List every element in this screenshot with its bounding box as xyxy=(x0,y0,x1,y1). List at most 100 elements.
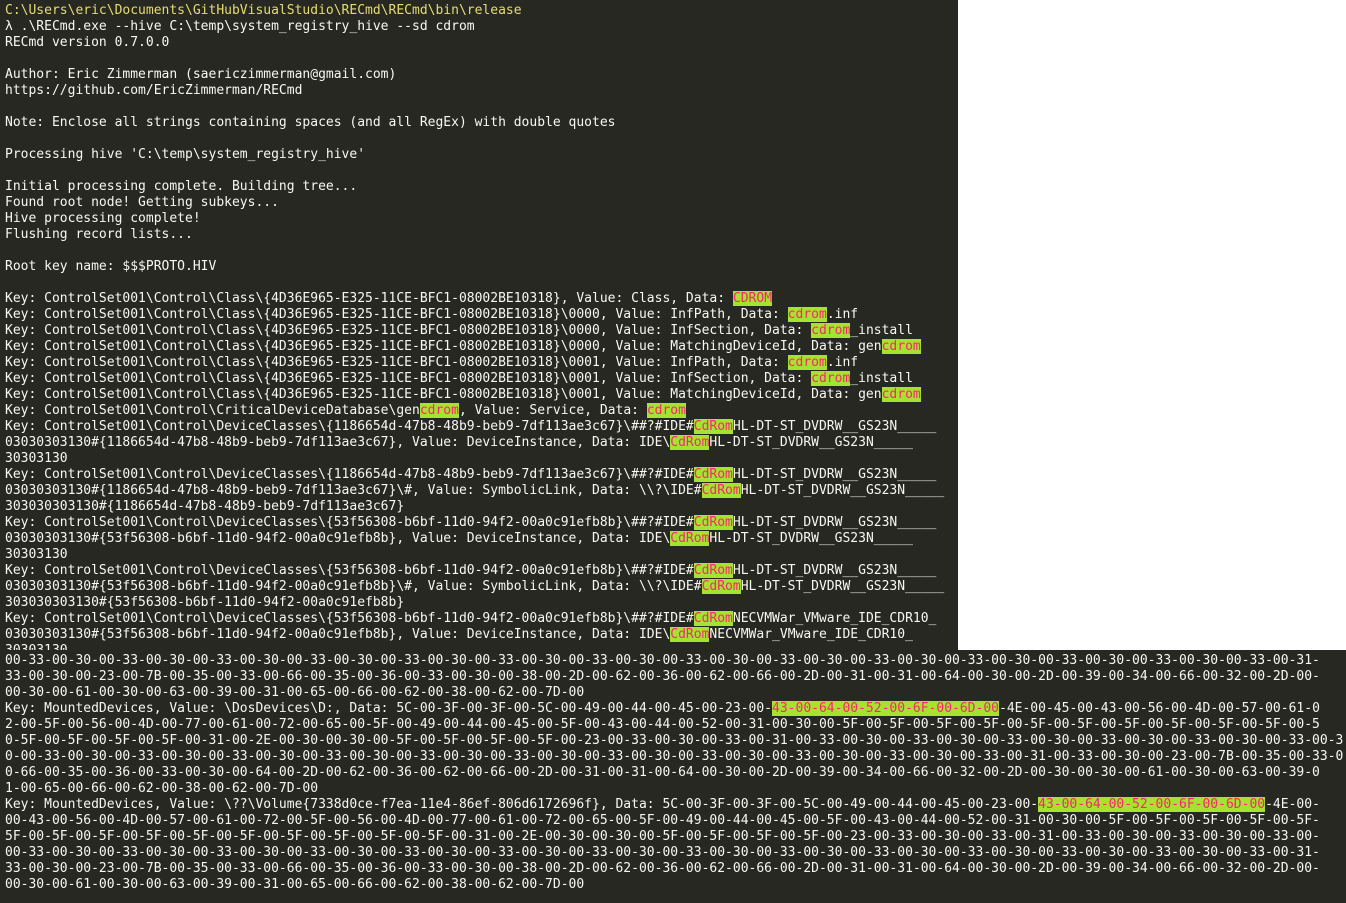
output-text: , Value: Service, Data: xyxy=(458,403,647,418)
output-line: 00-43-00-56-00-4D-00-57-00-61-00-72-00-5… xyxy=(5,813,1346,829)
output-text: 03030303130#{1186654d-47b8-48b9-beb9-7df… xyxy=(5,435,671,450)
output-text: Found root node! Getting subkeys... xyxy=(5,195,279,210)
terminal-output-hex: 00-33-00-30-00-33-00-30-00-33-00-30-00-3… xyxy=(0,650,1346,893)
output-text: HL-DT-ST_DVDRW__GS23N_____ xyxy=(709,435,913,450)
output-line: 03030303130#{53f56308-b6bf-11d0-94f2-00a… xyxy=(5,627,958,643)
output-line: Key: ControlSet001\Control\Class\{4D36E9… xyxy=(5,339,958,355)
output-text: 30303130 xyxy=(5,547,68,562)
output-text: Key: ControlSet001\Control\Class\{4D36E9… xyxy=(5,355,788,370)
output-text: Key: ControlSet001\Control\Class\{4D36E9… xyxy=(5,371,812,386)
output-text: 00-30-00-61-00-30-00-63-00-39-00-31-00-6… xyxy=(5,685,585,700)
prompt-path-line: C:\Users\eric\Documents\GitHubVisualStud… xyxy=(5,3,958,19)
output-line: 00-30-00-61-00-30-00-63-00-39-00-31-00-6… xyxy=(5,685,1346,701)
search-match-highlight: cdrom xyxy=(881,387,921,402)
search-match-highlight: cdrom xyxy=(811,371,851,386)
output-text: Author: Eric Zimmerman (saericzimmerman@… xyxy=(5,67,397,82)
output-text: 1-00-65-00-66-00-62-00-38-00-62-00-7D-00 xyxy=(5,781,319,796)
terminal-window-top[interactable]: C:\Users\eric\Documents\GitHubVisualStud… xyxy=(0,0,958,650)
search-match-highlight: CdRom xyxy=(701,483,741,498)
search-match-highlight: cdrom xyxy=(881,339,921,354)
search-match-highlight: CdRom xyxy=(670,435,710,450)
command-text: .\RECmd.exe --hive C:\temp\system_regist… xyxy=(12,19,475,34)
output-line: 0-5F-00-5F-00-5F-00-5F-00-31-00-2E-00-30… xyxy=(5,733,1346,749)
output-text: _install xyxy=(850,323,913,338)
output-text: Key: ControlSet001\Control\CriticalDevic… xyxy=(5,403,420,418)
search-match-highlight: 43-00-64-00-52-00-6F-00-6D-00 xyxy=(1038,797,1266,812)
output-line: 0-66-00-35-00-36-00-33-00-30-00-64-00-2D… xyxy=(5,765,1346,781)
output-text: Key: ControlSet001\Control\Class\{4D36E9… xyxy=(5,323,812,338)
output-text: Note: Enclose all strings containing spa… xyxy=(5,115,616,130)
search-match-highlight: CdRom xyxy=(693,563,733,578)
search-match-highlight: cdrom xyxy=(811,323,851,338)
prompt-path: C:\Users\eric\Documents\GitHubVisualStud… xyxy=(5,3,522,18)
search-match-highlight: CdRom xyxy=(670,531,710,546)
output-line: 5F-00-5F-00-5F-00-5F-00-5F-00-5F-00-5F-0… xyxy=(5,829,1346,845)
output-text: 00-30-00-61-00-30-00-63-00-39-00-31-00-6… xyxy=(5,877,585,892)
output-text: .inf xyxy=(826,307,859,322)
output-line: Key: MountedDevices, Value: \??\Volume{7… xyxy=(5,797,1346,813)
search-match-highlight: CdRom xyxy=(693,515,733,530)
output-line: 30303130 xyxy=(5,451,958,467)
output-text: HL-DT-ST_DVDRW__GS23N_____ xyxy=(732,563,937,578)
output-text: Key: ControlSet001\Control\Class\{4D36E9… xyxy=(5,291,733,306)
output-line: Key: ControlSet001\Control\DeviceClasses… xyxy=(5,515,958,531)
output-text: Root key name: $$$PROTO.HIV xyxy=(5,259,217,274)
output-text: RECmd version 0.7.0.0 xyxy=(5,35,170,50)
output-text: HL-DT-ST_DVDRW__GS23N_____ xyxy=(740,579,945,594)
output-line: 03030303130#{53f56308-b6bf-11d0-94f2-00a… xyxy=(5,531,958,547)
output-text: 303030303130#{53f56308-b6bf-11d0-94f2-00… xyxy=(5,595,405,610)
output-text: -4E-00- xyxy=(1265,797,1320,812)
search-match-highlight: CdRom xyxy=(693,611,733,626)
output-text: Key: ControlSet001\Control\Class\{4D36E9… xyxy=(5,339,882,354)
output-text: 03030303130#{53f56308-b6bf-11d0-94f2-00a… xyxy=(5,531,671,546)
output-text: 00-43-00-56-00-4D-00-57-00-61-00-72-00-5… xyxy=(5,813,1320,828)
output-line: 03030303130#{1186654d-47b8-48b9-beb9-7df… xyxy=(5,435,958,451)
output-text: https://github.com/EricZimmerman/RECmd xyxy=(5,83,303,98)
output-line: Initial processing complete. Building tr… xyxy=(5,179,958,195)
output-text: -4E-00-45-00-43-00-56-00-4D-00-57-00-61-… xyxy=(999,701,1320,716)
output-line: Author: Eric Zimmerman (saericzimmerman@… xyxy=(5,67,958,83)
output-text: 03030303130#{53f56308-b6bf-11d0-94f2-00a… xyxy=(5,579,702,594)
prompt-symbol: λ xyxy=(5,19,13,34)
search-match-highlight: CDROM xyxy=(732,291,773,306)
output-text: Hive processing complete! xyxy=(5,211,201,226)
output-line: Hive processing complete! xyxy=(5,211,958,227)
output-text: 0-00-33-00-30-00-33-00-30-00-33-00-30-00… xyxy=(5,749,1344,764)
output-line: Processing hive 'C:\temp\system_registry… xyxy=(5,147,958,163)
output-line: Key: ControlSet001\Control\DeviceClasses… xyxy=(5,611,958,627)
output-line: 303030303130#{53f56308-b6bf-11d0-94f2-00… xyxy=(5,595,958,611)
output-line: https://github.com/EricZimmerman/RECmd xyxy=(5,83,958,99)
terminal-window-bottom[interactable]: 00-33-00-30-00-33-00-30-00-33-00-30-00-3… xyxy=(0,650,1346,903)
search-match-highlight: cdrom xyxy=(787,355,827,370)
output-text: HL-DT-ST_DVDRW__GS23N_____ xyxy=(709,531,913,546)
output-line: Key: ControlSet001\Control\Class\{4D36E9… xyxy=(5,291,958,307)
output-text: 303030303130#{1186654d-47b8-48b9-beb9-7d… xyxy=(5,499,405,514)
command-line: λ .\RECmd.exe --hive C:\temp\system_regi… xyxy=(5,19,958,35)
output-text: 03030303130#{1186654d-47b8-48b9-beb9-7df… xyxy=(5,483,702,498)
output-text: 30303130 xyxy=(5,643,68,650)
output-line: 33-00-30-00-23-00-7B-00-35-00-33-00-66-0… xyxy=(5,861,1346,877)
output-line: 30303130 xyxy=(5,547,958,563)
output-line: Key: ControlSet001\Control\DeviceClasses… xyxy=(5,467,958,483)
search-match-highlight: CdRom xyxy=(670,627,710,642)
output-line: Flushing record lists... xyxy=(5,227,958,243)
output-text: Processing hive 'C:\temp\system_registry… xyxy=(5,147,366,162)
output-text: _install xyxy=(850,371,913,386)
output-text: 33-00-30-00-23-00-7B-00-35-00-33-00-66-0… xyxy=(5,861,1320,876)
output-text: .inf xyxy=(826,355,859,370)
output-line: 00-33-00-30-00-33-00-30-00-33-00-30-00-3… xyxy=(5,845,1346,861)
output-line: 00-30-00-61-00-30-00-63-00-39-00-31-00-6… xyxy=(5,877,1346,893)
search-match-highlight: cdrom xyxy=(787,307,827,322)
output-text: HL-DT-ST_DVDRW__GS23N_____ xyxy=(740,483,945,498)
output-text: Key: ControlSet001\Control\Class\{4D36E9… xyxy=(5,387,882,402)
output-text: Flushing record lists... xyxy=(5,227,193,242)
output-line: Key: ControlSet001\Control\Class\{4D36E9… xyxy=(5,307,958,323)
terminal-output: C:\Users\eric\Documents\GitHubVisualStud… xyxy=(0,0,958,650)
output-text: Key: ControlSet001\Control\DeviceClasses… xyxy=(5,515,694,530)
output-line: Key: ControlSet001\Control\DeviceClasses… xyxy=(5,419,958,435)
